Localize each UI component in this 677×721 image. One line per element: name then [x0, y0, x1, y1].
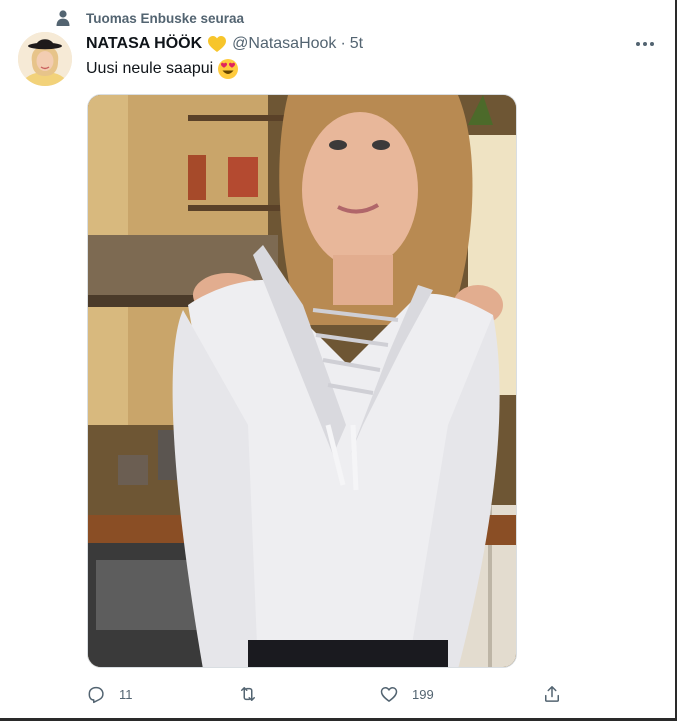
social-context-text[interactable]: Tuomas Enbuske seuraa	[86, 10, 244, 27]
reply-icon	[88, 686, 104, 704]
tweet-photo[interactable]	[87, 94, 517, 668]
share-button[interactable]	[542, 682, 562, 706]
avatar[interactable]	[18, 32, 72, 86]
more-dot	[650, 42, 654, 46]
share-icon	[545, 686, 559, 702]
user-handle[interactable]: @NatasaHook	[232, 35, 336, 53]
separator-dot: ·	[340, 35, 346, 52]
more-dot	[643, 42, 647, 46]
like-count: 199	[412, 686, 434, 702]
display-name[interactable]: NATASA HÖÖK	[86, 35, 202, 53]
retweet-button[interactable]	[238, 682, 271, 706]
tweet-text: Uusi neule saapui	[86, 60, 214, 77]
tweet-timestamp[interactable]: 5t	[350, 35, 363, 53]
like-heart-icon	[380, 687, 398, 702]
tweet-actions: 11 199	[86, 682, 576, 706]
heart-eyes-emoji-icon	[218, 59, 239, 79]
like-button[interactable]: 199	[379, 682, 434, 706]
yellow-heart-icon	[208, 36, 227, 52]
person-icon	[56, 10, 70, 26]
reply-count: 11	[119, 686, 133, 702]
tweet-body: Uusi neule saapui	[86, 58, 239, 80]
more-dot	[636, 42, 640, 46]
reply-button[interactable]: 11	[86, 682, 133, 706]
retweet-icon	[241, 687, 255, 701]
tweet-header: NATASA HÖÖK @NatasaHook · 5t	[86, 33, 363, 55]
more-options-button[interactable]	[632, 34, 658, 54]
